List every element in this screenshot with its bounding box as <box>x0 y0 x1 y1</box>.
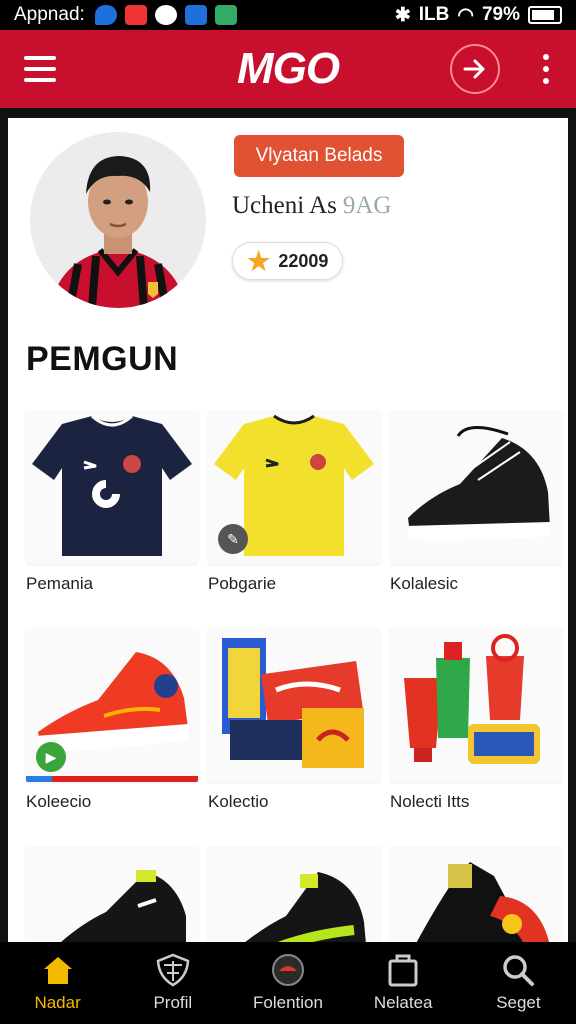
app-header: MGO <box>0 30 576 108</box>
arrow-right-button[interactable] <box>450 44 500 94</box>
bottom-tab-bar: Nadar Profil Folention Nelatea Seget <box>0 942 576 1024</box>
n-app-icon <box>154 5 177 25</box>
edit-badge-icon[interactable]: ✎ <box>218 524 248 554</box>
mail-icon <box>124 5 147 25</box>
product-card[interactable]: ▶ Koleecio <box>26 628 198 812</box>
black-cleat-icon <box>26 846 198 942</box>
product-label: Nolecti Itts <box>390 792 470 811</box>
tab-profile[interactable]: Profil <box>115 942 230 1024</box>
product-card[interactable] <box>208 846 380 942</box>
home-icon <box>40 953 76 987</box>
color-stripe <box>26 776 198 782</box>
section-title: PEMGUN <box>26 340 179 378</box>
product-label: Pobgarie <box>208 574 277 593</box>
profile-name-first: Uchen <box>232 192 298 219</box>
profile-name: Ucheni As 9AG <box>232 192 391 220</box>
bluetooth-icon: ✱ <box>394 4 411 26</box>
product-card[interactable]: Kolalesic <box>390 410 562 594</box>
shield-icon <box>155 953 191 987</box>
hamburger-menu-icon[interactable] <box>24 56 56 82</box>
tab-label: Nadar <box>34 993 81 1012</box>
red-sneaker-icon: ▶ <box>26 628 198 782</box>
game-app-icon <box>214 5 237 25</box>
product-card[interactable] <box>26 846 198 942</box>
red-black-cleat-icon <box>390 846 562 942</box>
tab-related[interactable]: Nelatea <box>346 942 461 1024</box>
avatar[interactable] <box>30 132 206 308</box>
product-card[interactable] <box>390 846 562 942</box>
bag-icon <box>385 953 421 987</box>
avatar-photo <box>30 132 206 308</box>
tab-label: Profil <box>153 993 193 1012</box>
network-text: ILB <box>418 4 450 25</box>
product-card[interactable]: Pemania <box>26 410 198 594</box>
star-icon: ★ <box>247 245 271 276</box>
tab-label: Seget <box>496 993 541 1012</box>
navy-jersey-icon <box>26 410 198 564</box>
ball-icon <box>270 953 306 987</box>
tab-search[interactable]: Seget <box>461 942 576 1024</box>
arrow-right-icon <box>463 59 485 79</box>
tab-collection[interactable]: Folention <box>230 942 345 1024</box>
green-black-cleat-icon <box>208 846 380 942</box>
profile-name-tail: i As <box>297 192 337 219</box>
black-sneaker-icon <box>390 410 562 564</box>
product-card[interactable]: Nolecti Itts <box>390 628 562 812</box>
product-card[interactable]: Kolectio <box>208 628 380 812</box>
follow-button[interactable]: Vlyatan Belads <box>234 135 404 177</box>
points-value: 22009 <box>278 250 329 271</box>
more-options-icon[interactable] <box>540 54 552 84</box>
product-card[interactable]: ✎ Pobgarie <box>208 410 380 594</box>
product-label: Pemania <box>26 574 94 593</box>
yellow-jersey-icon: ✎ <box>208 410 380 564</box>
wifi-icon: ◠ <box>457 4 474 26</box>
tab-home[interactable]: Nadar <box>0 942 115 1024</box>
status-bar: Appnad: ✱ ILB ◠ 79% <box>0 0 576 30</box>
battery-text: 79% <box>481 4 520 25</box>
n-square-icon <box>184 5 207 25</box>
map-pin-icon <box>94 5 117 25</box>
profile-name-suffix: 9AG <box>342 192 392 219</box>
merch-cups-icon <box>390 628 562 782</box>
collector-box-set-icon <box>208 628 380 782</box>
main-content: Vlyatan Belads Ucheni As 9AG ★ 22009 PEMG… <box>8 118 568 942</box>
play-badge-icon[interactable]: ▶ <box>36 742 66 772</box>
tab-label: Nelatea <box>373 993 433 1012</box>
tab-label: Folention <box>253 993 323 1012</box>
status-app-label: Appnad: <box>14 4 85 25</box>
notification-icons <box>94 5 237 25</box>
battery-icon <box>528 6 562 24</box>
product-label: Kolalesic <box>390 574 459 593</box>
points-badge: ★ 22009 <box>232 242 344 280</box>
product-label: Kolectio <box>208 792 269 811</box>
product-label: Koleecio <box>26 792 92 811</box>
search-icon <box>500 953 536 987</box>
